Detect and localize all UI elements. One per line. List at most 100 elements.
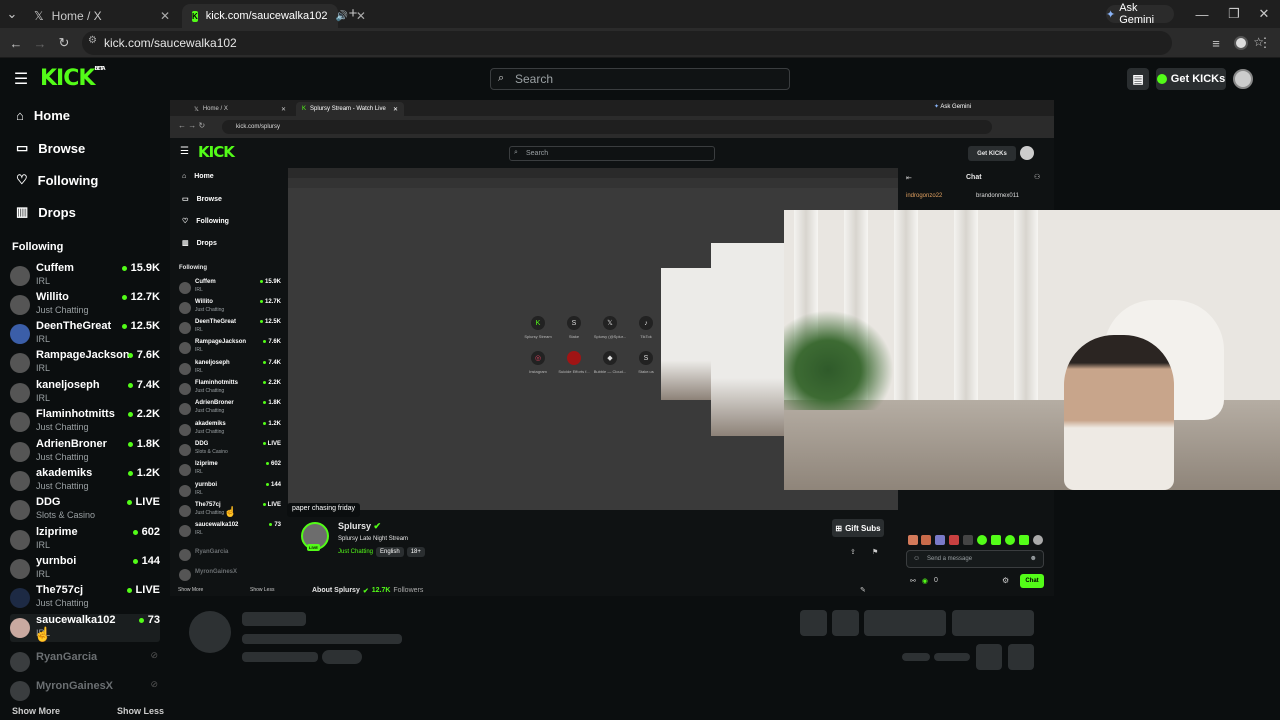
following-channel[interactable]: RampageJackson IRL 7.6K: [10, 349, 160, 377]
channel-avatar: [10, 266, 30, 286]
emote-picker-icon: ☻: [1029, 555, 1037, 562]
emote-icon: [991, 535, 1001, 545]
kick-logo[interactable]: KICKBETA: [40, 66, 106, 91]
channel-avatar: [10, 383, 30, 403]
inner-channel: Flaminhotmitts Just Chatting 2.2K: [179, 380, 281, 400]
show-less-button[interactable]: Show Less: [117, 706, 164, 716]
ask-gemini-button[interactable]: ✦ Ask Gemini: [1106, 2, 1174, 26]
tab-kick[interactable]: K kick.com/saucewalka102 🔊 ✕: [182, 4, 366, 28]
show-more-button[interactable]: Show More: [12, 706, 60, 716]
skeleton-button: [952, 610, 1034, 636]
stream-meta: Just Chatting English 18+: [338, 547, 425, 557]
reload-icon[interactable]: ↻: [56, 34, 72, 52]
profile-avatar[interactable]: [1234, 36, 1248, 50]
shortcut-tile: Suicide Efforts f...: [556, 351, 592, 374]
minimize-icon[interactable]: —: [1194, 6, 1210, 22]
media-control-icon[interactable]: ≡: [1208, 34, 1224, 52]
inner-channel: DDG Slots & Casino LIVE: [179, 441, 281, 461]
hamburger-menu-icon[interactable]: ☰: [12, 70, 30, 88]
inner-browser-tabbar: 𝕏 Home / X ✕ K Splursy Stream - Watch Live ✕…: [170, 100, 1054, 116]
shortcut-tile: S Stake.us: [628, 351, 664, 374]
following-channel[interactable]: The757cj Just Chatting LIVE: [10, 584, 160, 612]
following-channel[interactable]: akademiks Just Chatting 1.2K: [10, 467, 160, 495]
channel-avatar: [10, 652, 30, 672]
inner-channel: yurnboi IRL 144: [179, 482, 281, 502]
following-channel[interactable]: DDG Slots & Casino LIVE: [10, 496, 160, 524]
layout-toggle-button[interactable]: ▤: [1127, 68, 1149, 90]
inner-nav-home: ⌂ Home: [182, 173, 214, 180]
person: [1064, 335, 1174, 490]
search-input[interactable]: ⌕ Search: [490, 68, 790, 90]
channel-avatar: [10, 559, 30, 579]
skeleton-avatar: [189, 611, 231, 653]
following-channel[interactable]: yurnboi IRL 144: [10, 555, 160, 583]
curtain-fold: [954, 210, 978, 410]
following-channel-offline[interactable]: MyronGainesX ⊘: [10, 677, 160, 705]
inner-get-kicks: Get KICKs: [968, 146, 1016, 161]
forward-icon[interactable]: →: [32, 34, 48, 52]
following-channel[interactable]: Cuffem IRL 15.9K: [10, 262, 160, 290]
inner-tab-home-x: 𝕏 Home / X ✕: [194, 106, 286, 113]
close-window-icon[interactable]: ✕: [1256, 6, 1272, 22]
tab-home-x[interactable]: 𝕏 Home / X ✕: [24, 4, 180, 28]
sparkle-icon: ✦: [1106, 8, 1116, 21]
channel-avatar: [179, 383, 191, 395]
skeleton-button: [832, 610, 859, 636]
channel-avatar: [179, 342, 191, 354]
following-channel[interactable]: Willito Just Chatting 12.7K: [10, 291, 160, 319]
x-logo-icon: 𝕏: [34, 9, 44, 23]
inner-channel: AdrienBroner Just Chatting 1.8K: [179, 400, 281, 420]
nested-toolbar: [288, 178, 898, 188]
following-channel[interactable]: Flaminhotmitts Just Chatting 2.2K: [10, 408, 160, 436]
back-icon[interactable]: ←: [8, 34, 24, 52]
emote-icon: [1033, 535, 1043, 545]
webcam-trail-frame: [711, 243, 784, 436]
shortcut-tile: ◆ Bubble — Cloud...: [592, 351, 628, 374]
inner-tab-splursy: K Splursy Stream - Watch Live ✕: [296, 102, 404, 116]
skeleton-pill: [322, 650, 362, 664]
channel-avatar: [179, 444, 191, 456]
skeleton-line: [242, 634, 402, 644]
site-settings-icon[interactable]: ⚙: [88, 35, 97, 46]
following-channel[interactable]: AdrienBroner Just Chatting 1.8K: [10, 438, 160, 466]
channel-avatar: [10, 353, 30, 373]
inner-nav-drops: ▥ Drops: [182, 239, 217, 248]
webcam-feed: [784, 210, 1280, 490]
chat-user: indrogonzo22: [906, 193, 943, 199]
user-avatar[interactable]: [1233, 69, 1253, 89]
channel-avatar: [179, 505, 191, 517]
nav-browse[interactable]: ▭ Browse: [16, 140, 85, 156]
channel-avatar: [179, 485, 191, 497]
following-channel[interactable]: kaneljoseph IRL 7.4K: [10, 379, 160, 407]
hamburger-menu-icon: ☰: [180, 146, 189, 157]
following-channel[interactable]: lziprime IRL 602: [10, 526, 160, 554]
maximize-icon[interactable]: ❐: [1226, 6, 1242, 22]
inner-channel-offline: MyronGainesX: [179, 566, 281, 586]
kick-logo: KICK: [198, 143, 235, 161]
inner-address-bar: kick.com/splursy: [222, 120, 992, 134]
nav-following[interactable]: ♡ Following: [16, 172, 98, 188]
following-channel-offline[interactable]: RyanGarcia ⊘: [10, 648, 160, 676]
following-channel-hovered[interactable]: saucewalka102 IRL 73: [10, 614, 160, 642]
about-section: About Splursy ✔ 12.7K Followers: [312, 587, 424, 595]
channel-avatar: [179, 363, 191, 375]
channel-avatar: [10, 442, 30, 462]
gift-subs-button: ⊞ Gift Subs: [832, 519, 884, 537]
send-message-input: ☺ Send a message ☻: [906, 550, 1044, 568]
tab-search-icon[interactable]: ⌄: [4, 6, 20, 22]
close-tab-icon[interactable]: ✕: [160, 9, 170, 23]
home-icon: ⌂: [182, 173, 187, 180]
following-channel[interactable]: DeenTheGreat IRL 12.5K: [10, 320, 160, 348]
browser-toolbar: ← → ↻ ⚙ kick.com/saucewalka102 ☆ ≡ ⋮: [0, 28, 1280, 58]
get-kicks-button[interactable]: Get KICKs: [1156, 68, 1226, 90]
inner-channel: kaneljoseph IRL 7.4K: [179, 360, 281, 380]
search-icon: ⌕: [498, 72, 505, 84]
nav-drops[interactable]: ▥ Drops: [16, 204, 76, 220]
channel-avatar: [10, 295, 30, 315]
gift-icon: ⊞: [835, 523, 843, 533]
nav-home[interactable]: ⌂ Home: [16, 108, 70, 123]
channel-avatar: [179, 525, 191, 537]
browser-menu-icon[interactable]: ⋮: [1258, 34, 1272, 52]
new-tab-button[interactable]: +: [346, 5, 360, 22]
address-bar[interactable]: ⚙ kick.com/saucewalka102 ☆: [82, 31, 1264, 55]
